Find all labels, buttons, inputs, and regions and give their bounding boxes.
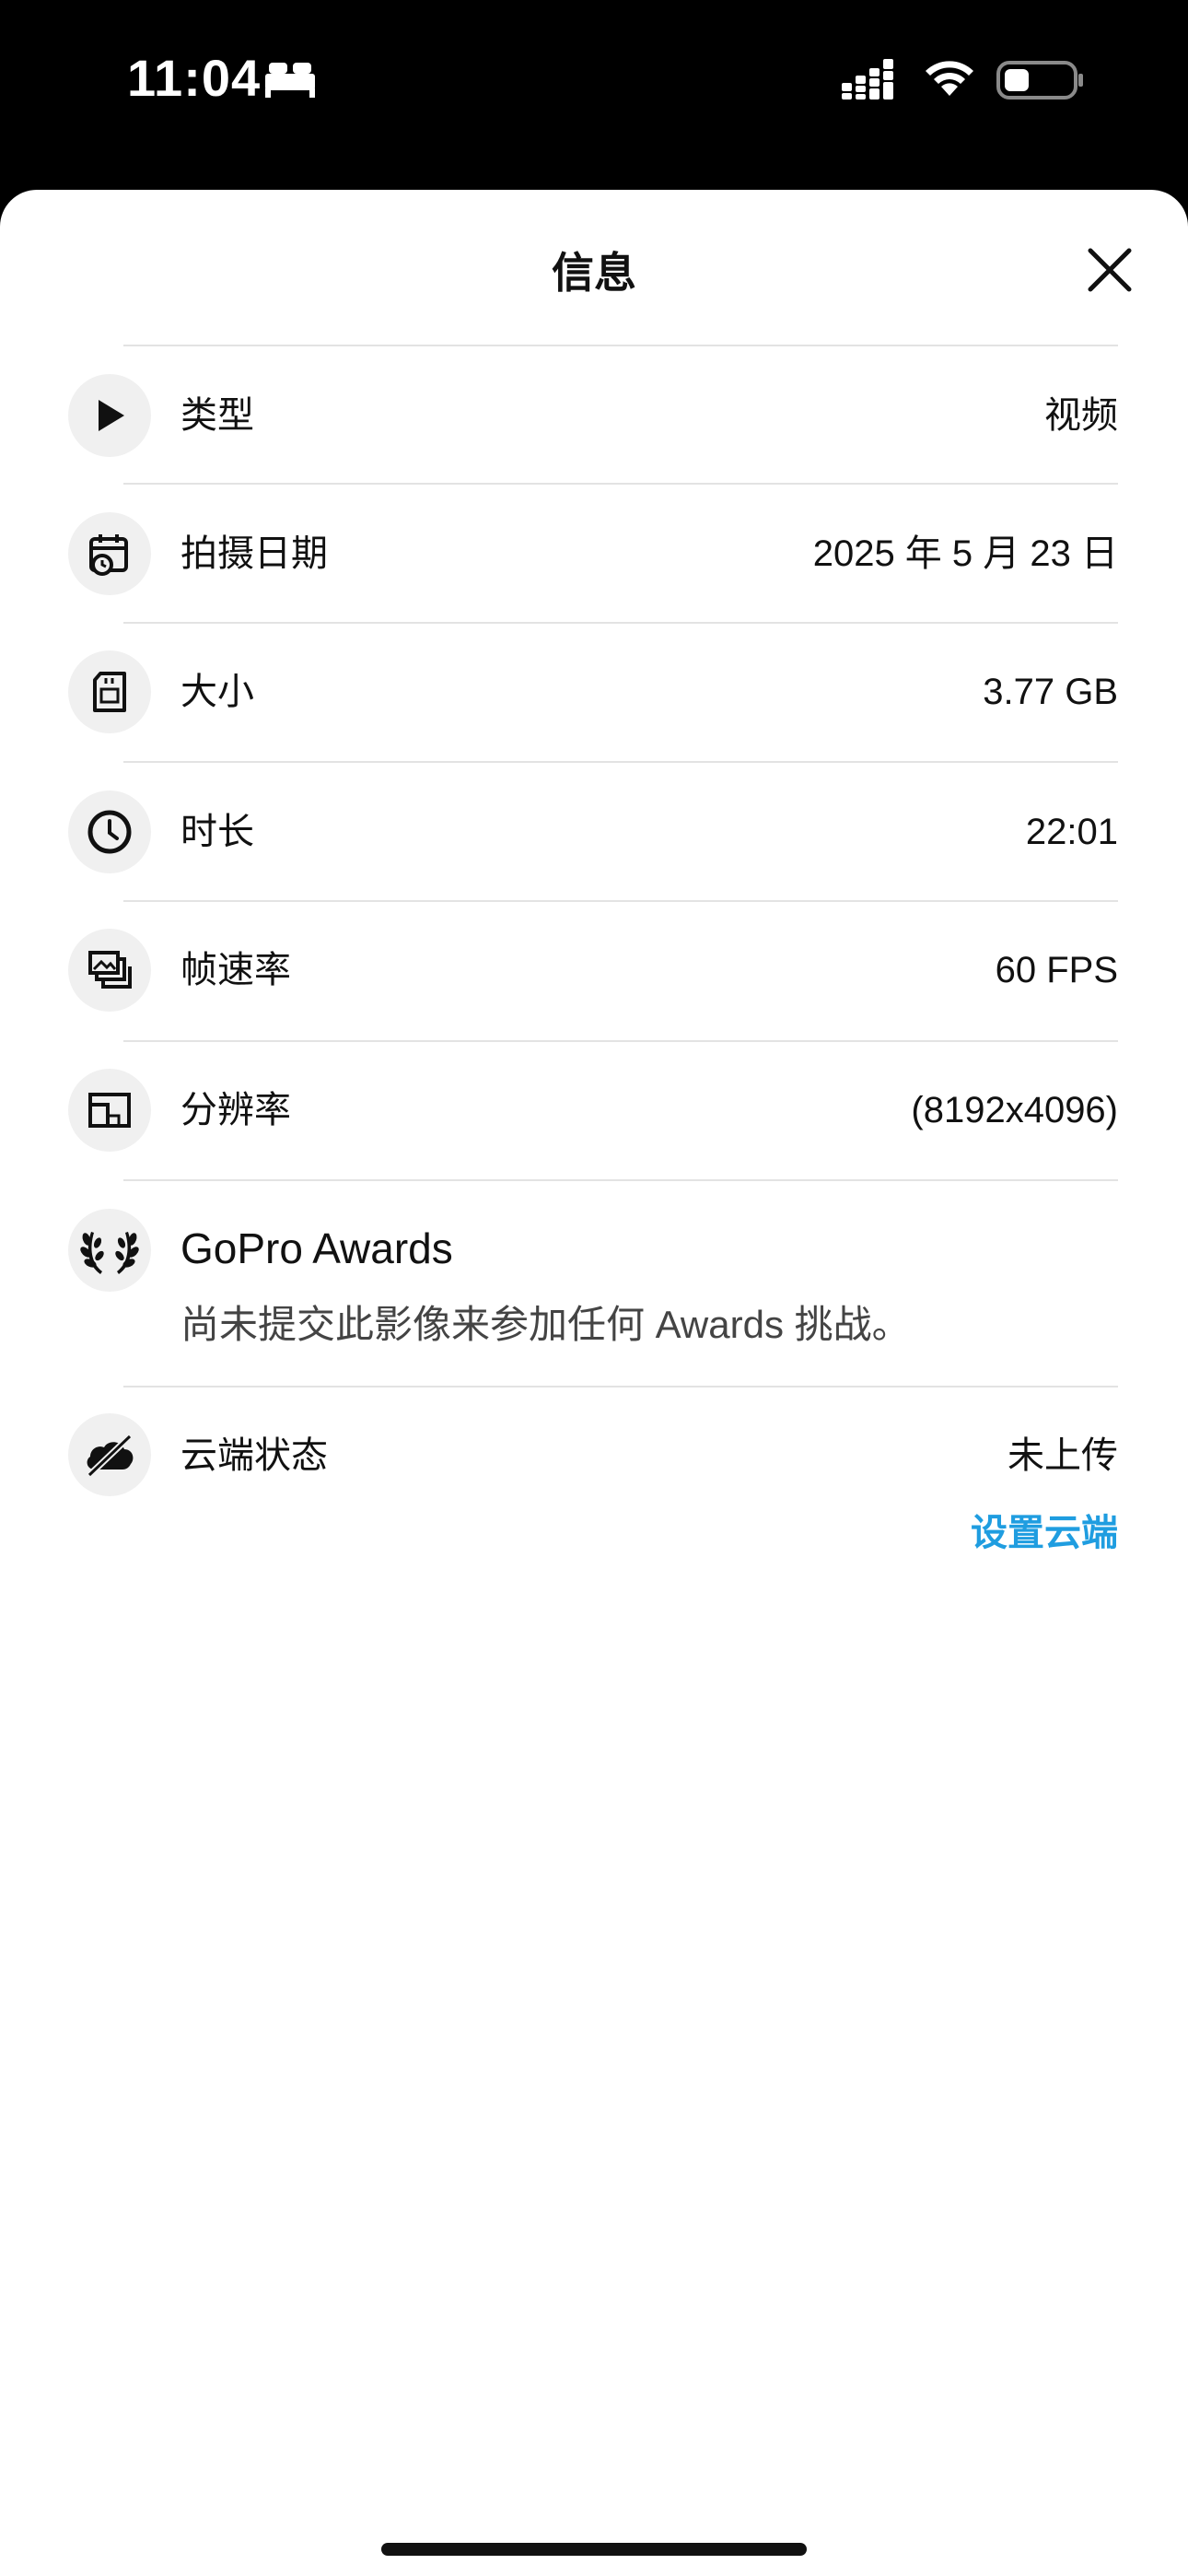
awards-description: 尚未提交此影像来参加任何 Awards 挑战。 xyxy=(181,1303,911,1346)
sd-card-icon xyxy=(68,650,151,733)
setup-cloud-link[interactable]: 设置云端 xyxy=(971,1511,1118,1555)
divider xyxy=(123,483,1118,485)
row-value: 22:01 xyxy=(1025,812,1118,852)
cloud-off-icon xyxy=(68,1413,151,1496)
resolution-icon xyxy=(68,1069,151,1152)
info-row-date: 拍摄日期 2025 年 5 月 23 日 xyxy=(0,512,1188,623)
wifi-icon xyxy=(921,55,978,102)
info-row-frame-rate: 帧速率 60 FPS xyxy=(0,929,1188,1039)
sheet-title: 信息 xyxy=(552,249,636,297)
info-row-cloud: 云端状态 未上传 设置云端 xyxy=(0,1413,1188,1579)
laurel-icon xyxy=(68,1209,151,1292)
info-sheet: 信息 类型 视频 拍摄日期 2025 年 5 月 23 日 大小 3.77 GB… xyxy=(0,190,1188,2576)
info-row-resolution: 分辨率 (8192x4096) xyxy=(0,1069,1188,1179)
info-row-size: 大小 3.77 GB xyxy=(0,650,1188,761)
row-value: 3.77 GB xyxy=(983,672,1118,712)
row-value: 未上传 xyxy=(1007,1435,1118,1476)
sleep-focus-icon xyxy=(263,61,317,102)
row-label: 大小 xyxy=(181,672,254,712)
close-button[interactable] xyxy=(1077,238,1142,302)
status-time: 11:04 xyxy=(127,49,262,107)
row-label: 分辨率 xyxy=(181,1090,291,1130)
row-label: 云端状态 xyxy=(181,1435,328,1476)
row-label: 拍摄日期 xyxy=(181,533,328,574)
close-icon xyxy=(1088,248,1132,292)
divider xyxy=(123,622,1118,624)
info-row-duration: 时长 22:01 xyxy=(0,790,1188,901)
info-row-awards: GoPro Awards 尚未提交此影像来参加任何 Awards 挑战。 xyxy=(0,1209,1188,1356)
row-value: 2025 年 5 月 23 日 xyxy=(812,533,1118,574)
divider xyxy=(123,1386,1118,1388)
play-icon xyxy=(68,374,151,457)
frames-icon xyxy=(68,929,151,1012)
row-label: 时长 xyxy=(181,812,254,852)
status-bar: 11:04 xyxy=(0,0,1188,190)
row-label: 类型 xyxy=(181,395,254,436)
divider xyxy=(123,1179,1118,1181)
home-indicator[interactable] xyxy=(381,2543,807,2556)
row-value: (8192x4096) xyxy=(911,1090,1118,1130)
divider xyxy=(123,1040,1118,1042)
row-value: 60 FPS xyxy=(995,950,1118,990)
row-value: 视频 xyxy=(1044,395,1118,436)
divider xyxy=(123,761,1118,763)
divider xyxy=(123,345,1118,346)
awards-title: GoPro Awards xyxy=(181,1224,453,1272)
calendar-clock-icon xyxy=(68,512,151,595)
info-row-type: 类型 视频 xyxy=(0,374,1188,485)
divider xyxy=(123,900,1118,902)
battery-icon xyxy=(996,59,1085,106)
row-label: 帧速率 xyxy=(181,950,291,990)
cellular-signal-icon xyxy=(842,59,906,104)
clock-icon xyxy=(68,790,151,873)
